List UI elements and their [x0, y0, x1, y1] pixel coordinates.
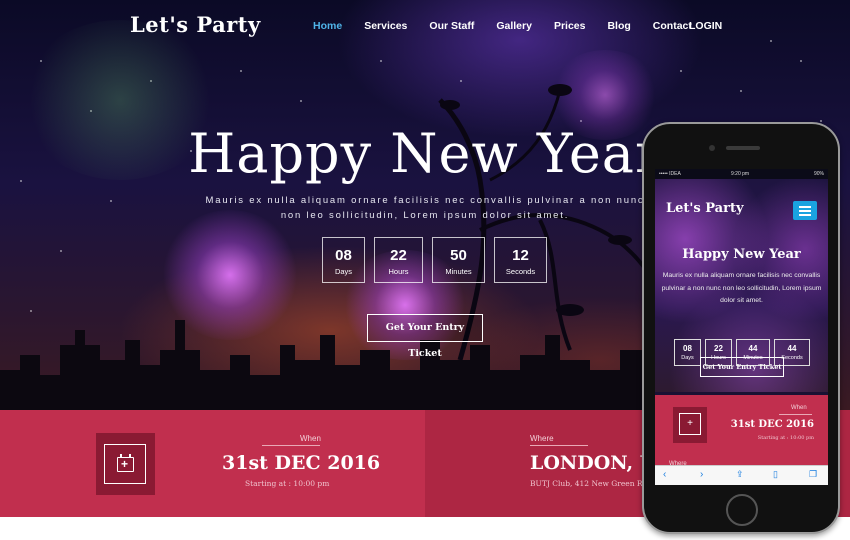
phone-calendar-icon-box: +: [673, 407, 707, 443]
countdown-label: Seconds: [505, 267, 536, 276]
countdown-value: 22: [714, 344, 723, 353]
hero-subtitle-line: non leo sollicitudin, Lorem ipsum dolor …: [280, 210, 570, 221]
phone-when-start: Starting at : 10:00 pm: [757, 435, 814, 441]
where-divider: [530, 445, 588, 446]
phone-camera: [709, 145, 715, 151]
back-icon[interactable]: ‹: [663, 469, 666, 480]
nav-gallery[interactable]: Gallery: [496, 20, 532, 32]
phone-status-bar: ••••• IDEA 9:20 pm 90%: [655, 169, 828, 179]
phone-when-date: 31st DEC 2016: [730, 419, 814, 430]
countdown-value: 50: [450, 247, 467, 264]
phone-mockup: ••••• IDEA 9:20 pm 90% Let's Party Happy…: [642, 122, 840, 534]
battery-text: 90%: [813, 171, 824, 177]
countdown-timer: 08 Days 22 Hours 50 Minutes 12 Seconds: [322, 237, 556, 283]
hamburger-menu-icon[interactable]: [793, 201, 817, 220]
countdown-label: Days: [334, 267, 353, 276]
phone-when-label: When: [791, 405, 807, 411]
phone-text-line: pulvinar a non nunc non leo sollicitudin…: [661, 284, 822, 292]
countdown-value: 22: [390, 247, 407, 264]
site-logo[interactable]: Let's Party: [130, 12, 261, 37]
home-button[interactable]: [726, 494, 758, 526]
countdown-minutes: 50 Minutes: [432, 237, 485, 283]
countdown-value: 08: [683, 344, 692, 353]
phone-logo[interactable]: Let's Party: [666, 201, 744, 216]
main-menu: Home Services Our Staff Gallery Prices B…: [313, 20, 714, 32]
nav-home[interactable]: Home: [313, 20, 342, 32]
phone-text-line: dolor sit amet.: [720, 297, 763, 304]
top-navbar: Let's Party Home Services Our Staff Gall…: [0, 0, 850, 54]
phone-screen: ••••• IDEA 9:20 pm 90% Let's Party Happy…: [655, 169, 828, 485]
when-panel: + When 31st DEC 2016 Starting at : 10:00…: [0, 410, 425, 517]
phone-when-panel: + When 31st DEC 2016 Starting at : 10:00…: [655, 395, 828, 467]
browser-toolbar: ‹ › ⇪ ▯ ❐: [655, 465, 828, 485]
calendar-add-icon: +: [117, 454, 134, 472]
hero-subtitle: Mauris ex nulla aliquam ornare facilisis…: [205, 193, 645, 223]
carrier-text: ••••• IDEA: [659, 171, 681, 177]
nav-services[interactable]: Services: [364, 20, 407, 32]
countdown-seconds: 12 Seconds: [494, 237, 547, 283]
countdown-value: 44: [787, 344, 797, 353]
calendar-add-icon: +: [679, 413, 701, 435]
phone-when-divider: [779, 414, 812, 415]
phone-text-line: Mauris ex nulla aliquam ornare facilisis…: [662, 272, 821, 279]
countdown-label: Days: [681, 355, 694, 361]
countdown-label: Hours: [388, 267, 409, 276]
calendar-icon-box: +: [96, 433, 155, 495]
where-address: BUTJ Club, 412 New Green Road: [530, 479, 657, 488]
login-link[interactable]: LOGIN: [689, 20, 722, 32]
forward-icon[interactable]: ›: [700, 469, 703, 480]
when-label: When: [300, 434, 321, 443]
phone-hero-text: Mauris ex nulla aliquam ornare facilisis…: [661, 270, 822, 308]
countdown-days: 08 Days: [322, 237, 365, 283]
phone-hero-title: Happy New Year: [682, 247, 801, 262]
when-start-time: Starting at : 10:00 pm: [245, 479, 330, 488]
nav-blog[interactable]: Blog: [607, 20, 630, 32]
countdown-label: Minutes: [445, 267, 472, 276]
phone-speaker: [726, 146, 760, 150]
tabs-icon[interactable]: ❐: [809, 469, 817, 480]
countdown-value: 12: [512, 247, 529, 264]
countdown-hours: 22 Hours: [374, 237, 423, 283]
countdown-value: 44: [748, 344, 758, 353]
nav-our-staff[interactable]: Our Staff: [429, 20, 474, 32]
phone-ticket-button[interactable]: Get Your Entry Ticket: [700, 357, 784, 377]
status-time: 9:20 pm: [731, 171, 750, 177]
where-label: Where: [530, 434, 554, 443]
bookmarks-icon[interactable]: ▯: [773, 469, 778, 480]
nav-contact[interactable]: Contact: [653, 20, 692, 32]
share-icon[interactable]: ⇪: [736, 469, 744, 480]
entry-ticket-button[interactable]: Get Your Entry Ticket: [367, 314, 483, 359]
calendar-icon-frame: +: [104, 444, 146, 484]
nav-prices[interactable]: Prices: [554, 20, 586, 32]
when-date: 31st DEC 2016: [222, 452, 381, 474]
phone-countdown-days: 08 Days: [674, 339, 701, 366]
countdown-value: 08: [335, 247, 352, 264]
when-divider: [262, 445, 320, 446]
hero-subtitle-line: Mauris ex nulla aliquam ornare facilisis…: [205, 195, 645, 206]
